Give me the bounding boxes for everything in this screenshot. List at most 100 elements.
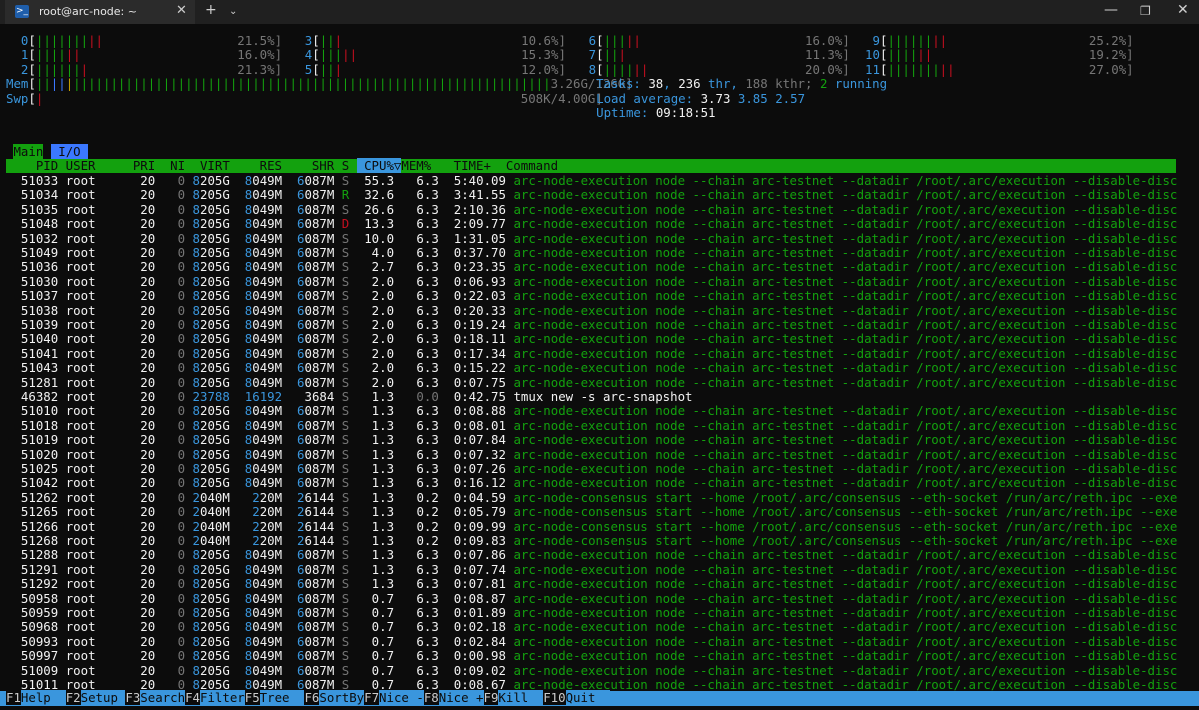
process-row[interactable]: 51043 root 20 0 8205G 8049M 6087M S 2.0 … xyxy=(6,360,1177,375)
process-command: arc-node-execution node --chain arc-test… xyxy=(513,677,1178,692)
function-keys[interactable]: F1Help F2Setup F3SearchF4FilterF5Tree F6… xyxy=(6,690,611,705)
process-row[interactable]: 51040 root 20 0 8205G 8049M 6087M S 2.0 … xyxy=(6,332,1177,346)
process-row[interactable]: 50958 root 20 0 8205G 8049M 6087M S 0.7 … xyxy=(6,591,1177,606)
process-command: arc-node-consensus start --home /root/.a… xyxy=(513,489,1178,505)
cpu-bar: || xyxy=(625,33,641,48)
fkey-label: Search xyxy=(140,690,186,705)
process-row[interactable]: 51291 root 20 0 8205G 8049M 6087M S 1.3 … xyxy=(6,561,1178,577)
tab-io[interactable]: I/O xyxy=(50,144,89,159)
tasks-meter: Tasks: 38, 236 thr, 188 kthr; 2 running xyxy=(596,76,888,92)
process-row[interactable]: 50997 root 20 0 8205G 8049M 6087M S 0.7 … xyxy=(6,648,1177,663)
fkey-f3[interactable]: F3 xyxy=(125,690,141,705)
cpu-id: 10 xyxy=(857,47,880,63)
process-row[interactable]: 50968 root 20 0 8205G 8049M 6087M S 0.7 … xyxy=(6,620,1177,634)
cpu-meter-6: 6[||||| 16.0%] xyxy=(573,33,850,48)
process-row[interactable]: 51048 root 20 0 8205G 8049M 6087M D 13.3… xyxy=(6,216,1178,232)
cpu-percent: 16.0%] xyxy=(237,47,283,63)
process-row[interactable]: 51041 root 20 0 8205G 8049M 6087M S 2.0 … xyxy=(6,345,1178,361)
cpu-percent: 11.3%] xyxy=(805,47,850,63)
fkey-f9[interactable]: F9 xyxy=(483,690,499,705)
cpu-percent: 16.0%] xyxy=(805,33,850,48)
process-command: arc-node-execution node --chain arc-test… xyxy=(513,662,1178,678)
cpu-meter-2: 2[||||||| 21.3%] xyxy=(6,61,283,77)
fkey-label: Setup xyxy=(80,690,126,705)
cpu-id: 3 xyxy=(289,33,313,48)
process-row[interactable]: 51266 root 20 0 2040M 220M 26144 S 1.3 0… xyxy=(6,518,1178,534)
process-row[interactable]: 50959 root 20 0 8205G 8049M 6087M S 0.7 … xyxy=(6,605,1178,620)
process-row[interactable]: 51034 root 20 0 8205G 8049M 6087M R 32.6… xyxy=(6,188,1177,202)
process-command: arc-node-consensus start --home /root/.a… xyxy=(513,518,1178,534)
maximize-icon[interactable]: ❐ xyxy=(1140,4,1151,18)
terminal-area[interactable]: 0[||||||||| 21.5%] 1[|||||| 16.0%] 2[|||… xyxy=(0,24,1199,710)
cpu-percent: 10.6%] xyxy=(521,33,566,48)
process-command: arc-node-execution node --chain arc-test… xyxy=(513,446,1178,462)
fkey-f5[interactable]: F5 xyxy=(244,690,260,705)
process-row[interactable]: 51265 root 20 0 2040M 220M 26144 S 1.3 0… xyxy=(6,504,1177,519)
cpu-bar: || xyxy=(342,47,358,63)
fkey-f1[interactable]: F1 xyxy=(6,690,21,705)
process-row[interactable]: 51025 root 20 0 8205G 8049M 6087M S 1.3 … xyxy=(6,461,1177,476)
process-row[interactable]: 51036 root 20 0 8205G 8049M 6087M S 2.7 … xyxy=(6,260,1177,274)
process-row[interactable]: 51033 root 20 0 8205G 8049M 6087M S 55.3… xyxy=(6,173,1177,188)
powershell-icon: >_ xyxy=(15,5,29,18)
chevron-down-icon[interactable]: ⌄ xyxy=(229,6,237,17)
cpu-id: 8 xyxy=(573,61,597,77)
fkey-label: Quit xyxy=(565,690,611,705)
tab-main[interactable]: Main xyxy=(13,144,44,159)
cpu-sort-column[interactable]: CPU%▽ xyxy=(356,158,402,173)
fkey-f2[interactable]: F2 xyxy=(65,690,81,705)
process-command: arc-node-execution node --chain arc-test… xyxy=(513,230,1178,246)
cpu-percent: 25.2%] xyxy=(1088,33,1134,48)
fkey-f6[interactable]: F6 xyxy=(304,690,320,705)
terminal-tab[interactable]: >_ root@arc-node: ~ ✕ xyxy=(5,0,195,24)
fkey-f7[interactable]: F7 xyxy=(364,690,380,705)
process-row[interactable]: 46382 root 20 0 23788 16192 3684 S 1.3 0… xyxy=(6,389,693,404)
process-command: tmux new -s arc-snapshot xyxy=(513,389,693,404)
cpu-bar: ||||||| xyxy=(35,33,89,48)
cpu-bar: || xyxy=(319,61,335,77)
process-row[interactable]: 51010 root 20 0 8205G 8049M 6087M S 1.3 … xyxy=(6,404,1177,418)
cpu-meter-11: 11[||||||||| 27.0%] xyxy=(857,61,1134,77)
process-command: arc-node-execution node --chain arc-test… xyxy=(513,605,1178,620)
process-row[interactable]: 51035 root 20 0 8205G 8049M 6087M S 26.6… xyxy=(6,202,1177,217)
process-row[interactable]: 51037 root 20 0 8205G 8049M 6087M S 2.0 … xyxy=(6,288,1177,303)
process-row[interactable]: 51009 root 20 0 8205G 8049M 6087M S 0.7 … xyxy=(6,662,1178,678)
process-command: arc-node-execution node --chain arc-test… xyxy=(513,345,1178,361)
process-command: arc-node-consensus start --home /root/.a… xyxy=(513,533,1178,548)
process-row[interactable]: 51268 root 20 0 2040M 220M 26144 S 1.3 0… xyxy=(6,533,1178,548)
process-row[interactable]: 51032 root 20 0 8205G 8049M 6087M S 10.0… xyxy=(6,230,1178,246)
column-header[interactable]: PID USER PRI NI VIRT RES SHR S CPU%▽MEM%… xyxy=(6,158,558,173)
process-row[interactable]: 51262 root 20 0 2040M 220M 26144 S 1.3 0… xyxy=(6,489,1178,505)
cpu-percent: 21.3%] xyxy=(237,61,283,77)
process-command: arc-node-execution node --chain arc-test… xyxy=(513,561,1178,577)
close-window-icon[interactable]: ✕ xyxy=(1177,2,1189,18)
fkey-f4[interactable]: F4 xyxy=(185,690,200,705)
process-row[interactable]: 51049 root 20 0 8205G 8049M 6087M S 4.0 … xyxy=(6,245,1177,260)
process-row[interactable]: 51042 root 20 0 8205G 8049M 6087M S 1.3 … xyxy=(6,476,1177,490)
process-row[interactable]: 50993 root 20 0 8205G 8049M 6087M S 0.7 … xyxy=(6,634,1177,649)
process-row[interactable]: 51281 root 20 0 8205G 8049M 6087M S 2.0 … xyxy=(6,375,1177,390)
fkey-f10[interactable]: F10 xyxy=(543,690,566,705)
process-row[interactable]: 51292 root 20 0 8205G 8049M 6087M S 1.3 … xyxy=(6,576,1178,592)
process-row[interactable]: 51030 root 20 0 8205G 8049M 6087M S 2.0 … xyxy=(6,274,1177,289)
process-command: arc-node-execution node --chain arc-test… xyxy=(513,417,1178,433)
process-row[interactable]: 51020 root 20 0 8205G 8049M 6087M S 1.3 … xyxy=(6,446,1178,462)
load-15: 2.57 xyxy=(775,90,806,106)
fkey-f8[interactable]: F8 xyxy=(423,690,439,705)
minimize-icon[interactable]: — xyxy=(1104,2,1118,18)
process-command: arc-node-execution node --chain arc-test… xyxy=(513,576,1178,592)
fkey-label: SortBy xyxy=(319,690,365,705)
cpu-percent: 27.0%] xyxy=(1088,61,1134,77)
process-row[interactable]: 51038 root 20 0 8205G 8049M 6087M S 2.0 … xyxy=(6,303,1177,318)
cpu-bar: ||| xyxy=(319,47,343,63)
new-tab-icon[interactable]: + xyxy=(205,2,217,18)
close-tab-icon[interactable]: ✕ xyxy=(176,3,187,18)
cpu-bar: || xyxy=(65,47,81,63)
fkey-label: Filter xyxy=(199,690,245,705)
process-row[interactable]: 51018 root 20 0 8205G 8049M 6087M S 1.3 … xyxy=(6,417,1178,433)
process-command: arc-node-execution node --chain arc-test… xyxy=(513,216,1178,232)
process-row[interactable]: 51039 root 20 0 8205G 8049M 6087M S 2.0 … xyxy=(6,317,1177,332)
cpu-meter-4: 4[||||| 15.3%] xyxy=(289,47,566,63)
process-row[interactable]: 51019 root 20 0 8205G 8049M 6087M S 1.3 … xyxy=(6,432,1177,447)
process-row[interactable]: 51288 root 20 0 8205G 8049M 6087M S 1.3 … xyxy=(6,548,1177,562)
